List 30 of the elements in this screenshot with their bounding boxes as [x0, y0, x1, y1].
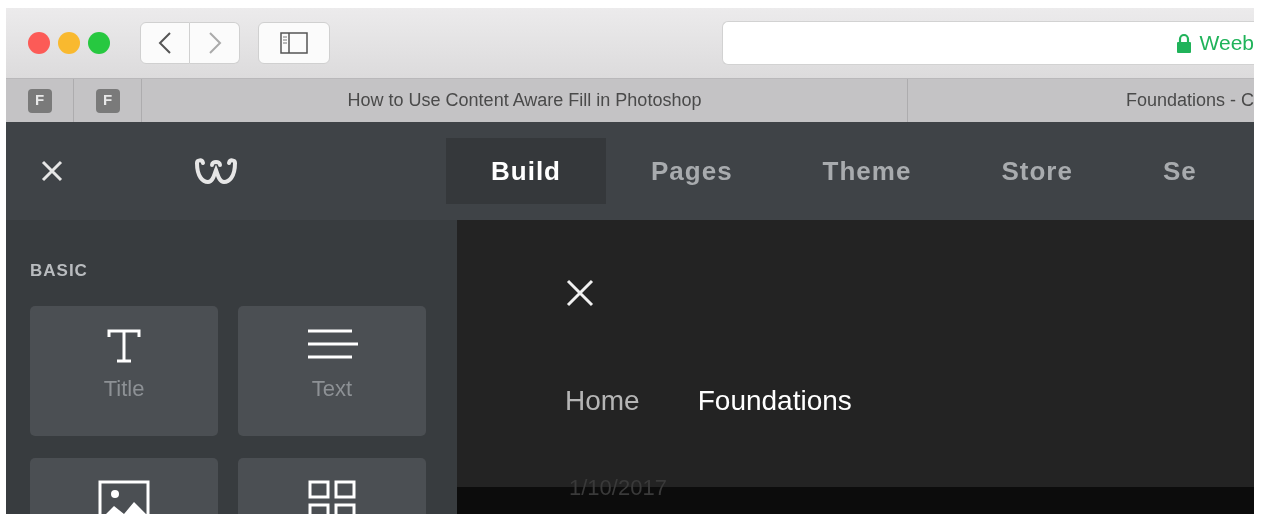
pinned-tab[interactable]: F: [27, 88, 52, 113]
editor-tab[interactable]: Theme: [777, 138, 957, 204]
sidebar-icon: [280, 32, 308, 54]
url-text: Weeb: [1199, 30, 1254, 57]
lock-icon: [1175, 33, 1192, 53]
element-tile[interactable]: Text: [238, 305, 426, 436]
chevron-right-icon: [207, 31, 222, 55]
pinned-tab[interactable]: F: [95, 88, 120, 113]
close-icon[interactable]: [40, 159, 64, 183]
logo-icon[interactable]: [192, 155, 240, 187]
title-icon: [106, 327, 142, 364]
menu-link[interactable]: Foundations: [697, 380, 852, 422]
section-heading: BASIC: [30, 260, 89, 282]
close-icon[interactable]: [565, 278, 595, 308]
tile-label: Text: [311, 374, 353, 403]
editor-tab[interactable]: Build: [446, 138, 606, 204]
sidebar-button[interactable]: [258, 22, 330, 64]
editor-tab[interactable]: Store: [956, 138, 1118, 204]
image-icon: [98, 479, 150, 514]
editor-tab[interactable]: Pages: [606, 138, 778, 204]
menu-link[interactable]: Home: [565, 380, 640, 422]
browser-tab[interactable]: Foundations - C: [908, 79, 1254, 122]
close-window-icon[interactable]: [28, 32, 50, 54]
element-tile[interactable]: Title: [30, 305, 218, 436]
grid-icon: [308, 479, 356, 514]
editor-tab[interactable]: Se: [1117, 138, 1197, 204]
tile-label: Title: [103, 374, 145, 403]
address-field[interactable]: Weeb: [722, 21, 1254, 65]
back-button[interactable]: [140, 22, 190, 64]
chevron-left-icon: [158, 31, 172, 55]
